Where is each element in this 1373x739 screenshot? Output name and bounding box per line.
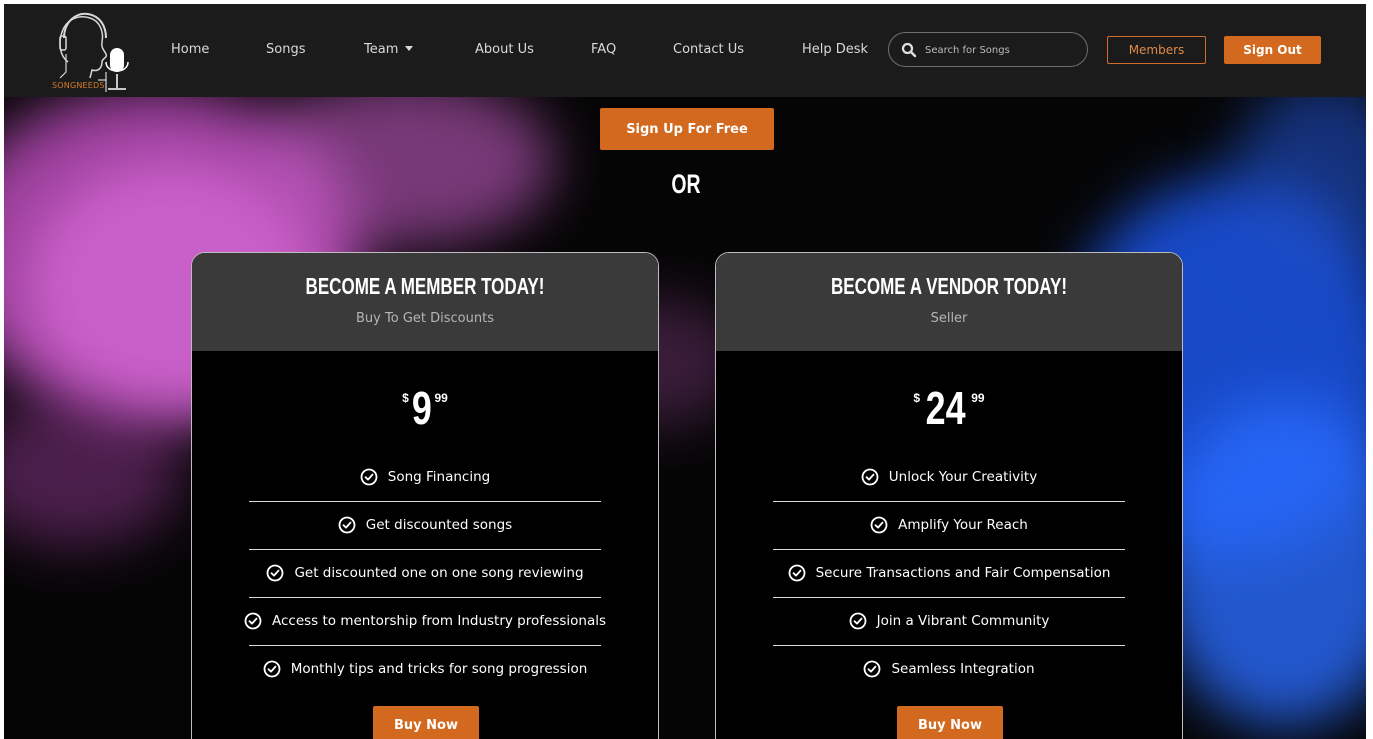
feature-item: Monthly tips and tricks for song progres… [192,645,658,693]
pink-smoke-lower [4,397,184,547]
feature-label: Get discounted songs [365,517,513,533]
vendor-price-amount: 24 [925,382,966,434]
search-icon[interactable] [901,42,917,58]
feature-item: Unlock Your Creativity [716,453,1182,501]
caret-down-icon [405,46,414,51]
feature-item: Get discounted one on one song reviewing [192,549,658,597]
member-card-subtitle: Buy To Get Discounts [356,311,494,326]
member-price-currency: $ [402,391,409,405]
feature-item: Seamless Integration [716,645,1182,693]
page-frame: SONGNEEDS Home Songs Team About Us FAQ C… [4,4,1366,739]
feature-label: Get discounted one on one song reviewing [294,565,584,581]
feature-item: Amplify Your Reach [716,501,1182,549]
member-card-title: BECOME A MEMBER TODAY! [305,273,545,299]
check-circle-icon [861,468,879,486]
check-circle-icon [788,564,806,582]
vendor-card-title: BECOME A VENDOR TODAY! [830,273,1068,299]
nav-link-faq[interactable]: FAQ [591,42,616,57]
check-circle-icon [864,660,881,678]
member-buy-now-button[interactable]: Buy Now [373,706,479,739]
feature-label: Join a Vibrant Community [876,613,1050,629]
top-navbar: SONGNEEDS Home Songs Team About Us FAQ C… [4,4,1366,97]
nav-link-contact-us[interactable]: Contact Us [673,42,744,57]
feature-item: Secure Transactions and Fair Compensatio… [716,549,1182,597]
sign-up-free-button[interactable]: Sign Up For Free [600,108,774,150]
vendor-price-currency: $ [913,391,921,405]
feature-item: Access to mentorship from Industry profe… [192,597,658,645]
logo-text: SONGNEEDS [52,81,105,90]
member-price-amount: 9 [411,382,432,434]
feature-label: Seamless Integration [891,661,1035,677]
member-price-cents: 99 [434,391,448,405]
member-feature-list: Song Financing Get discounted songs Get … [192,453,658,693]
feature-label: Unlock Your Creativity [888,469,1038,485]
check-circle-icon [267,564,284,582]
vendor-buy-now-button[interactable]: Buy Now [897,706,1003,739]
vendor-card-header: BECOME A VENDOR TODAY! Seller [716,253,1182,351]
nav-link-team-label: Team [364,42,399,57]
nav-link-about-us[interactable]: About Us [475,42,534,57]
songneeds-logo[interactable]: SONGNEEDS [46,8,146,94]
feature-label: Song Financing [387,469,491,485]
check-circle-icon [263,660,281,678]
vendor-price: $24 99 [716,381,1182,435]
feature-item: Song Financing [192,453,658,501]
feature-label: Amplify Your Reach [898,517,1028,533]
search-input[interactable] [925,41,1080,59]
members-button[interactable]: Members [1107,36,1206,64]
vendor-price-cents: 99 [971,391,985,405]
vendor-feature-list: Unlock Your Creativity Amplify Your Reac… [716,453,1182,693]
check-circle-icon [870,516,888,534]
member-pricing-card: BECOME A MEMBER TODAY! Buy To Get Discou… [191,252,659,739]
nav-link-home[interactable]: Home [171,42,209,57]
check-circle-icon [849,612,867,630]
hero-section: Sign Up For Free OR BECOME A MEMBER TODA… [4,97,1366,739]
nav-link-help-desk[interactable]: Help Desk [802,42,868,57]
check-circle-icon [360,468,378,486]
member-price: $9 99 [192,381,658,435]
or-divider-text: OR [671,169,701,199]
feature-item: Join a Vibrant Community [716,597,1182,645]
check-circle-icon [244,612,262,630]
vendor-pricing-card: BECOME A VENDOR TODAY! Seller $24 99 Unlo… [715,252,1183,739]
nav-link-team[interactable]: Team [364,42,414,57]
check-circle-icon [338,516,356,534]
feature-label: Secure Transactions and Fair Compensatio… [815,565,1111,581]
member-card-header: BECOME A MEMBER TODAY! Buy To Get Discou… [192,253,658,351]
nav-link-songs[interactable]: Songs [266,42,305,57]
sign-out-button[interactable]: Sign Out [1224,36,1321,64]
vendor-card-subtitle: Seller [930,311,968,326]
feature-label: Monthly tips and tricks for song progres… [290,661,588,677]
feature-label: Access to mentorship from Industry profe… [271,613,607,629]
feature-item: Get discounted songs [192,501,658,549]
search-box[interactable] [888,32,1088,67]
